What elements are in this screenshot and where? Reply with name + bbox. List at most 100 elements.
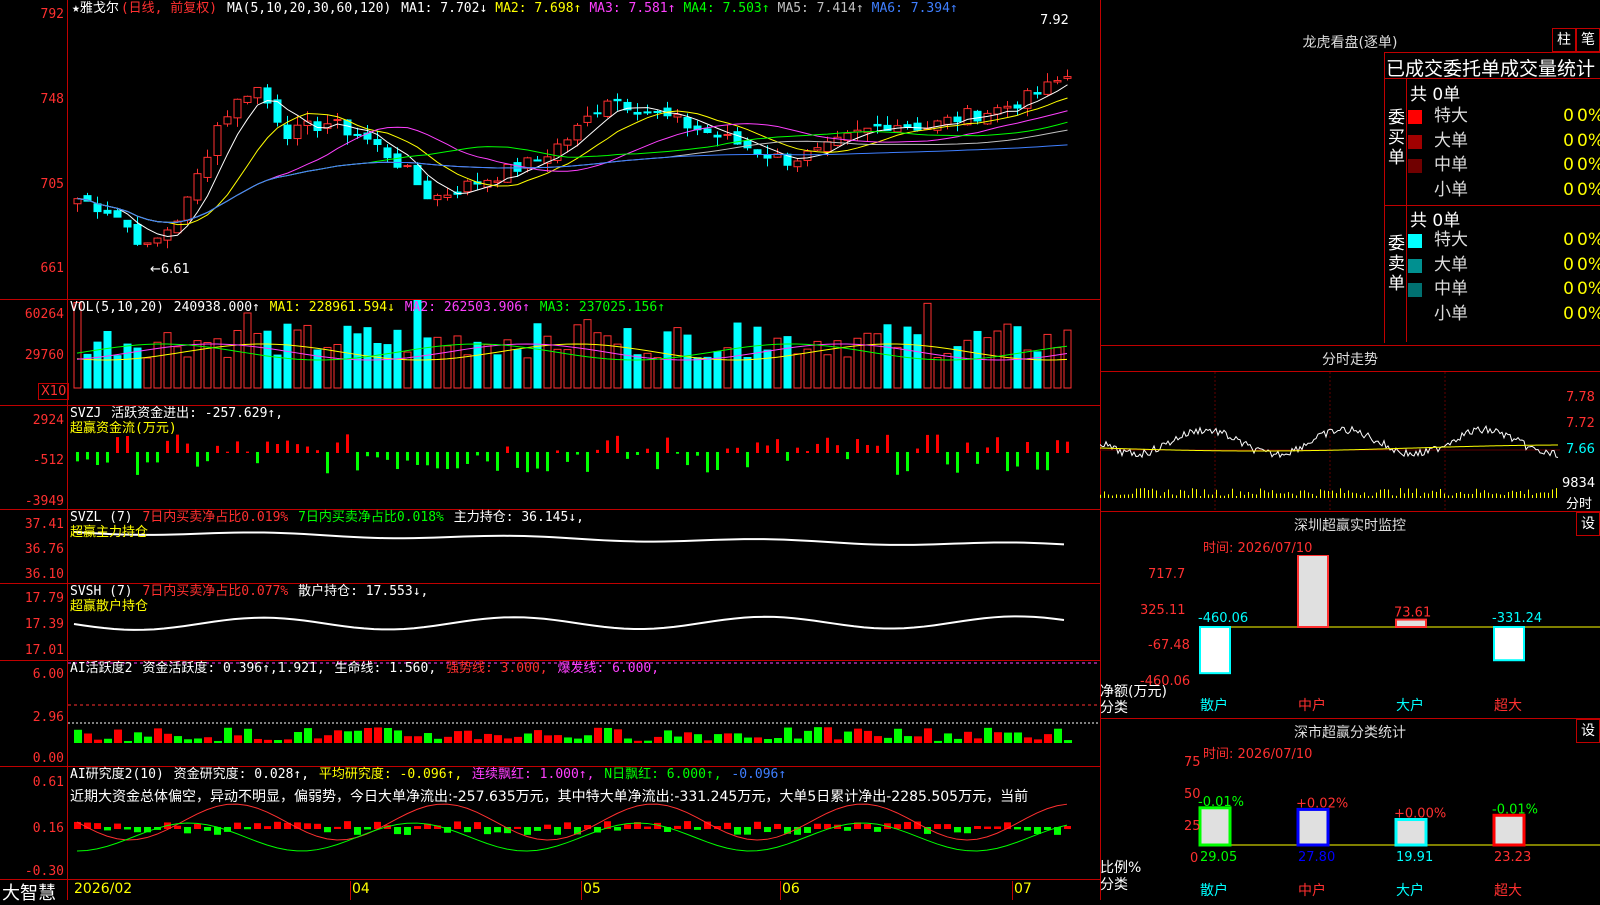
research-bar <box>454 821 461 829</box>
research-bar <box>544 824 551 829</box>
monitor-settings-button[interactable]: 设 <box>1576 512 1600 536</box>
monitor-bar <box>1493 626 1525 662</box>
intraday-chart[interactable] <box>1099 372 1600 510</box>
ai-research-chart[interactable] <box>68 767 1100 879</box>
candle <box>983 112 992 125</box>
volume-bar <box>593 332 602 389</box>
monitor-tick: 325.11 <box>1140 603 1186 618</box>
class-bars[interactable]: -0.01% 29.05 散户 +0.02% 27.80 中户 +0.00% 19.91 大户 -… <box>1100 760 1600 900</box>
intraday-volume-bar <box>1532 494 1533 498</box>
candle <box>373 139 382 145</box>
candle <box>153 237 162 244</box>
main-chart[interactable] <box>68 0 1100 299</box>
main-y-tick: 705 <box>40 177 64 192</box>
candle <box>913 122 922 131</box>
volume-bar <box>603 335 612 389</box>
flow-bar <box>616 435 619 453</box>
intraday-volume-bar <box>1472 493 1473 498</box>
class-settings-button[interactable]: 设 <box>1576 719 1600 743</box>
active-bar <box>384 727 392 743</box>
candle <box>203 156 212 178</box>
intraday-volume-bar <box>1396 495 1397 498</box>
flow-bar <box>676 452 679 454</box>
ai-research-bars[interactable] <box>68 767 1100 879</box>
research-bar <box>394 827 401 835</box>
active-bar <box>864 730 872 743</box>
research-bar <box>174 825 181 829</box>
flow-bar <box>646 448 649 453</box>
intraday-line[interactable] <box>1099 372 1600 510</box>
candle <box>673 114 682 118</box>
order-type: 中单 <box>1434 279 1468 299</box>
research-bar <box>944 824 951 829</box>
volume-bar <box>613 343 622 389</box>
intraday-volume-bar <box>1308 492 1309 498</box>
active-bar <box>194 738 202 743</box>
active-bar <box>1054 728 1062 743</box>
lhb-title: 龙虎看盘(逐单) <box>1302 35 1398 51</box>
class-bar <box>1394 818 1428 847</box>
svzj-y-tick: 2924 <box>32 413 64 428</box>
flow-bar <box>576 452 579 455</box>
intraday-volume-bar <box>1276 493 1277 498</box>
candle <box>103 209 112 214</box>
order-type: 中单 <box>1434 155 1468 175</box>
flow-bar <box>506 446 509 453</box>
x-label: 05 <box>583 881 601 897</box>
intraday-volume-bar <box>1272 490 1273 498</box>
research-bar <box>204 827 211 831</box>
candlestick-chart[interactable] <box>68 0 1100 299</box>
intraday-volume-bar <box>1512 490 1513 498</box>
intraday-volume-bar <box>1132 493 1133 498</box>
flow-bar <box>556 450 559 453</box>
intraday-volume-bar <box>1464 493 1465 498</box>
order-type: 小单 <box>1434 303 1468 324</box>
flow-bar <box>136 452 139 475</box>
intraday-volume-bar <box>1172 494 1173 498</box>
class-chart[interactable]: -0.01% 29.05 散户 +0.02% 27.80 中户 +0.00% 19.91 大户 -… <box>1100 760 1600 900</box>
volume-bar <box>873 333 882 389</box>
active-bar <box>944 733 952 743</box>
tick-mode-button[interactable]: 笔 <box>1576 28 1600 52</box>
active-bar <box>1004 732 1012 743</box>
candle <box>723 133 732 136</box>
intraday-volume-bar <box>1188 495 1189 498</box>
flow-bar <box>566 452 569 462</box>
flow-bar <box>436 452 439 469</box>
volume-bar <box>423 337 432 389</box>
volume-bar <box>883 324 892 389</box>
monitor-bar <box>1297 554 1329 628</box>
intraday-volume-bar <box>1228 494 1229 498</box>
class-bar-change: +0.00% <box>1394 807 1446 822</box>
research-bar <box>494 827 501 833</box>
bar-mode-button[interactable]: 柱 <box>1552 28 1576 52</box>
candle <box>1063 76 1072 79</box>
active-bar <box>884 737 892 743</box>
active-bar <box>334 730 342 743</box>
intraday-volume-bar <box>1148 490 1149 498</box>
research-bar <box>514 826 521 829</box>
active-bar <box>264 739 272 743</box>
flow-bar <box>446 452 449 470</box>
volume-bar <box>483 344 492 389</box>
volume-bar <box>553 348 562 389</box>
ai-active-label: AI活跃度2 <box>70 661 133 676</box>
research-bar <box>694 827 701 830</box>
research-bar <box>114 823 121 829</box>
flow-bar <box>836 445 839 453</box>
flow-bar <box>826 437 829 453</box>
flow-bar <box>746 452 749 468</box>
intraday-volume-bar <box>1108 494 1109 498</box>
class-bar-change: +0.02% <box>1296 796 1348 811</box>
active-bar <box>464 730 472 743</box>
flow-bar <box>736 447 739 453</box>
order-count: 0 <box>1563 279 1574 299</box>
candle <box>443 194 452 199</box>
intraday-volume-bar <box>1516 491 1517 498</box>
candle <box>383 147 392 159</box>
color-swatch-icon <box>1408 134 1422 149</box>
candle <box>763 154 772 159</box>
active-bar <box>404 736 412 743</box>
flow-bar <box>186 443 189 453</box>
research-bar <box>484 827 491 835</box>
